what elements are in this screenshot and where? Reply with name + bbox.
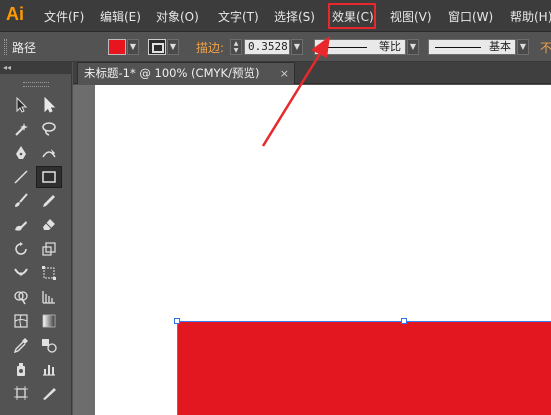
stroke-weight-dropdown-arrow[interactable]: ▼: [291, 39, 303, 55]
brush-definition-select[interactable]: 基本: [428, 39, 516, 55]
artboard-tool-icon[interactable]: [8, 382, 34, 404]
scale-tool-icon[interactable]: [36, 238, 62, 260]
selected-red-rectangle[interactable]: [177, 321, 551, 415]
profile-line-preview: [323, 47, 367, 48]
menu-help[interactable]: 帮助(H): [510, 8, 551, 25]
document-tab[interactable]: 未标题-1* @ 100% (CMYK/预览) ×: [77, 62, 295, 84]
direct-selection-tool-icon[interactable]: [36, 94, 62, 116]
blob-brush-tool-icon[interactable]: [8, 214, 34, 236]
brush-definition-value: 基本: [489, 40, 511, 53]
line-segment-tool-icon[interactable]: [8, 166, 34, 188]
magic-wand-tool-icon[interactable]: [8, 118, 34, 140]
pen-tool-icon[interactable]: [8, 142, 34, 164]
perspective-grid-tool-icon[interactable]: [36, 286, 62, 308]
artboard[interactable]: [95, 85, 551, 415]
canvas-area[interactable]: [73, 85, 551, 415]
app-logo: Ai: [6, 4, 24, 24]
selection-tool-icon[interactable]: [8, 94, 34, 116]
fill-dropdown-arrow[interactable]: ▼: [127, 39, 139, 55]
selection-type-label: 路径: [12, 41, 37, 55]
control-bar-grip[interactable]: [4, 39, 7, 55]
document-tab-title: 未标题-1* @ 100% (CMYK/预览): [84, 66, 260, 80]
selection-handle-top-middle[interactable]: [401, 318, 407, 324]
stroke-color-swatch[interactable]: [148, 39, 166, 55]
opacity-label[interactable]: 不: [540, 39, 551, 56]
control-bar: 路径 ▼ ▼ 描边: ▲ ▼ 0.3528 ▼ 等比 ▼ 基本 ▼ 不: [0, 32, 551, 62]
mesh-tool-icon[interactable]: [8, 310, 34, 332]
tools-panel-collapse[interactable]: ◂◂: [0, 62, 72, 74]
eyedropper-tool-icon[interactable]: [8, 334, 34, 356]
menu-select[interactable]: 选择(S): [274, 8, 315, 25]
menu-effect-highlight-box: [328, 3, 376, 29]
menu-file[interactable]: 文件(F): [44, 8, 84, 25]
brush-line-preview: [435, 47, 481, 48]
variable-width-profile-value: 等比: [379, 40, 401, 53]
menu-window[interactable]: 窗口(W): [448, 8, 493, 25]
lasso-tool-icon[interactable]: [36, 118, 62, 140]
tools-panel-grip[interactable]: [3, 76, 69, 90]
brush-dropdown-arrow[interactable]: ▼: [517, 39, 529, 55]
column-graph-tool-icon[interactable]: [36, 358, 62, 380]
document-tab-bar: 未标题-1* @ 100% (CMYK/预览) ×: [73, 62, 551, 84]
curvature-tool-icon[interactable]: [36, 142, 62, 164]
stroke-weight-input[interactable]: 0.3528: [244, 39, 290, 55]
fill-color-swatch[interactable]: [108, 39, 126, 55]
rectangle-tool-icon[interactable]: [36, 166, 62, 188]
symbol-sprayer-tool-icon[interactable]: [8, 358, 34, 380]
blend-tool-icon[interactable]: [36, 334, 62, 356]
eraser-tool-icon[interactable]: [36, 214, 62, 236]
pencil-tool-icon[interactable]: [36, 190, 62, 212]
slice-tool-icon[interactable]: [36, 382, 62, 404]
menu-view[interactable]: 视图(V): [390, 8, 432, 25]
menu-edit[interactable]: 编辑(E): [100, 8, 141, 25]
rotate-tool-icon[interactable]: [8, 238, 34, 260]
gradient-tool-icon[interactable]: [36, 310, 62, 332]
variable-width-profile-select[interactable]: 等比: [314, 39, 406, 55]
tab-close-icon[interactable]: ×: [280, 63, 289, 84]
stroke-weight-spinner[interactable]: ▲ ▼: [230, 39, 242, 55]
tools-panel: ◂◂: [0, 62, 72, 415]
width-tool-icon[interactable]: [8, 262, 34, 284]
stroke-dropdown-arrow[interactable]: ▼: [167, 39, 179, 55]
menu-bar: Ai 文件(F) 编辑(E) 对象(O) 文字(T) 选择(S) 效果(C) 视…: [0, 0, 551, 32]
selection-handle-top-left[interactable]: [174, 318, 180, 324]
menu-type[interactable]: 文字(T): [218, 8, 259, 25]
paintbrush-tool-icon[interactable]: [8, 190, 34, 212]
free-transform-tool-icon[interactable]: [36, 262, 62, 284]
shape-builder-tool-icon[interactable]: [8, 286, 34, 308]
stroke-weight-label[interactable]: 描边:: [196, 39, 224, 56]
variable-width-dropdown-arrow[interactable]: ▼: [407, 39, 419, 55]
menu-object[interactable]: 对象(O): [156, 8, 199, 25]
